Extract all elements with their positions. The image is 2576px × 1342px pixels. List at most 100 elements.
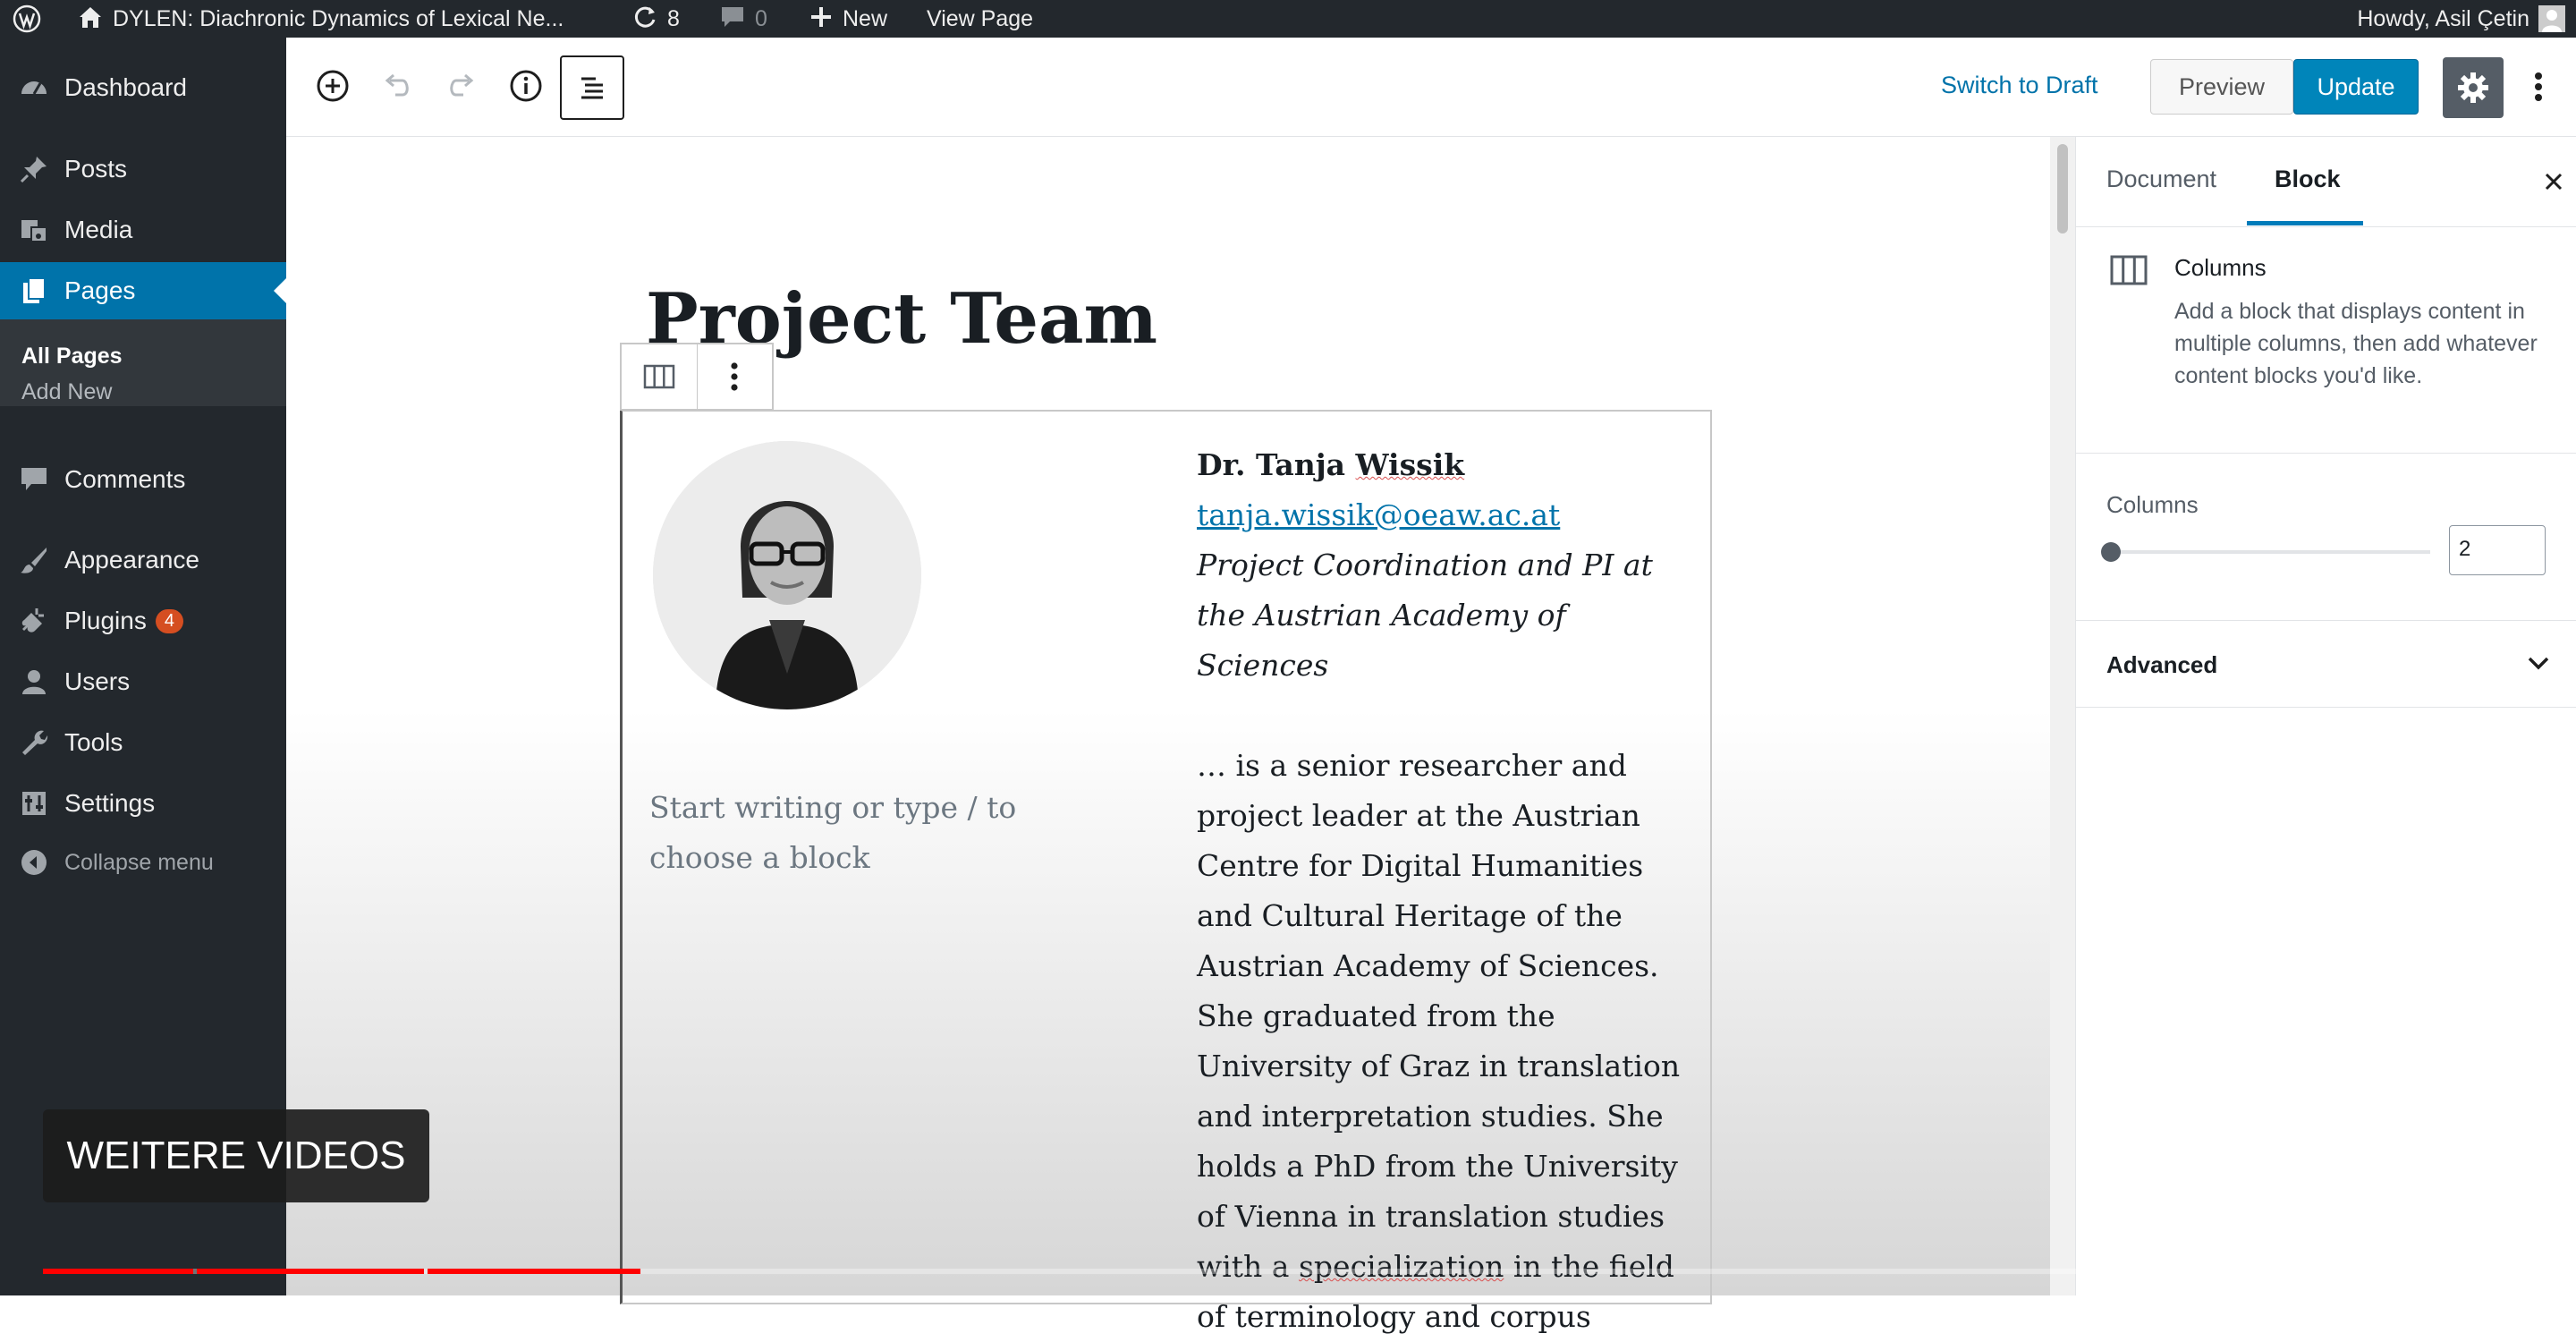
more-videos-button[interactable]: WEITERE VIDEOS [43, 1109, 429, 1202]
block-toolbar [620, 343, 774, 411]
settings-icon [16, 786, 52, 821]
block-description: Add a block that displays content in mul… [2174, 299, 2538, 388]
menu-label: Appearance [64, 546, 200, 573]
menu-tools[interactable]: Tools [0, 714, 286, 771]
pin-icon [16, 151, 52, 187]
menu-media[interactable]: Media [0, 201, 286, 259]
advanced-panel-title: Advanced [2106, 651, 2218, 678]
update-button[interactable]: Update [2293, 59, 2419, 115]
plugin-icon [16, 603, 52, 639]
columns-block-icon [2110, 254, 2148, 291]
media-icon [16, 212, 52, 248]
chevron-down-icon [2523, 648, 2554, 683]
block-appender-placeholder[interactable]: Start writing or type / to choose a bloc… [649, 783, 1043, 883]
plugin-update-badge: 4 [155, 608, 183, 633]
switch-to-draft-button[interactable]: Switch to Draft [1941, 72, 2098, 99]
comments-link[interactable]: 0 [719, 0, 767, 38]
add-block-icon[interactable] [311, 64, 354, 107]
menu-label: Pages [64, 276, 136, 304]
block-more-options-icon[interactable] [696, 344, 773, 409]
member-surname: Wissik [1355, 447, 1465, 482]
submenu-add-new[interactable]: Add New [21, 379, 112, 405]
tab-block[interactable]: Block [2275, 166, 2341, 193]
member-bio: … is a senior researcher and project lea… [1197, 741, 1698, 1342]
menu-label: Tools [64, 728, 123, 756]
menu-dashboard[interactable]: Dashboard [0, 59, 286, 116]
member-name-prefix: Dr. Tanja [1197, 447, 1356, 482]
member-role: Project Coordination and PI at the Austr… [1197, 548, 1653, 683]
menu-users[interactable]: Users [0, 653, 286, 710]
member-email-link[interactable]: tanja.wissik@oeaw.ac.at [1197, 490, 1698, 540]
dashboard-icon [16, 70, 52, 106]
account-menu[interactable]: Howdy, Asil Çetin [2357, 0, 2565, 38]
editor-canvas: Project Team Start writing or type / to … [286, 137, 2050, 1334]
progress-played-segment [428, 1269, 641, 1274]
redo-icon[interactable] [440, 64, 483, 107]
menu-collapse[interactable]: Collapse menu [0, 834, 286, 891]
submenu-all-pages[interactable]: All Pages [21, 344, 123, 369]
gear-icon[interactable] [2443, 57, 2504, 118]
view-page-link[interactable]: View Page [927, 0, 1033, 38]
profile-photo[interactable] [653, 441, 921, 709]
menu-label: Plugins [64, 607, 147, 634]
menu-label: Settings [64, 789, 156, 817]
refresh-icon [631, 4, 658, 35]
menu-appearance[interactable]: Appearance [0, 531, 286, 589]
progress-played-segment [197, 1269, 424, 1274]
menu-label: Posts [64, 155, 128, 183]
menu-plugins[interactable]: Plugins 4 [0, 592, 286, 650]
member-text-column[interactable]: Dr. Tanja Wissik tanja.wissik@oeaw.ac.at… [1197, 440, 1698, 1342]
site-name-link[interactable]: DYLEN: Diachronic Dynamics of Lexical Ne… [77, 0, 564, 38]
menu-settings[interactable]: Settings [0, 775, 286, 832]
bio-text-part-1: … is a senior researcher and project lea… [1197, 748, 1681, 1284]
menu-comments[interactable]: Comments [0, 451, 286, 508]
brush-icon [16, 542, 52, 578]
new-link[interactable]: New [809, 0, 887, 38]
howdy-text: Howdy, Asil Çetin [2357, 5, 2529, 31]
info-icon[interactable] [504, 64, 547, 107]
collapse-icon [16, 845, 52, 880]
columns-block-icon[interactable] [622, 344, 697, 409]
more-options-icon[interactable] [2522, 59, 2555, 115]
updates-count: 8 [667, 5, 680, 31]
updates-link[interactable]: 8 [631, 0, 680, 38]
close-icon[interactable] [2536, 164, 2572, 200]
menu-pages[interactable]: Pages [0, 262, 286, 319]
menu-label: Collapse menu [64, 849, 214, 875]
menu-posts[interactable]: Posts [0, 140, 286, 198]
wrench-icon [16, 725, 52, 760]
progress-played-segment [43, 1269, 193, 1274]
comment-bubble-icon [719, 4, 746, 34]
columns-panel: Columns 2 [2076, 454, 2576, 621]
block-navigation-icon[interactable] [560, 55, 624, 120]
preview-button[interactable]: Preview [2150, 59, 2293, 115]
wordpress-logo-icon[interactable] [13, 0, 41, 38]
view-page-label: View Page [927, 5, 1034, 31]
video-progress-bar[interactable] [43, 1269, 2533, 1274]
new-label: New [843, 5, 888, 31]
member-name: Dr. Tanja Wissik [1197, 440, 1698, 490]
block-name: Columns [2174, 254, 2267, 281]
undo-icon[interactable] [376, 64, 419, 107]
menu-label: Media [64, 216, 133, 243]
columns-range-handle[interactable] [2101, 542, 2121, 562]
menu-label: Users [64, 667, 131, 695]
settings-sidebar: Document Block Columns Add a block that … [2075, 137, 2576, 1295]
columns-range-track[interactable] [2106, 550, 2430, 554]
scrollbar-thumb[interactable] [2057, 144, 2068, 234]
pages-icon [16, 273, 52, 309]
user-icon [16, 664, 52, 700]
comment-icon [16, 462, 52, 497]
columns-label: Columns [2106, 491, 2199, 518]
editor-scrollbar[interactable] [2050, 137, 2075, 1295]
sidebar-tabs: Document Block [2076, 137, 2576, 227]
block-card: Columns Add a block that displays conten… [2076, 227, 2576, 454]
tab-document[interactable]: Document [2106, 166, 2216, 193]
plus-icon [809, 4, 834, 34]
advanced-panel-toggle[interactable]: Advanced [2076, 621, 2576, 708]
admin-bar: DYLEN: Diachronic Dynamics of Lexical Ne… [0, 0, 2576, 38]
active-tab-indicator [2247, 221, 2363, 225]
columns-number-input[interactable]: 2 [2449, 525, 2546, 575]
avatar [2538, 5, 2565, 32]
